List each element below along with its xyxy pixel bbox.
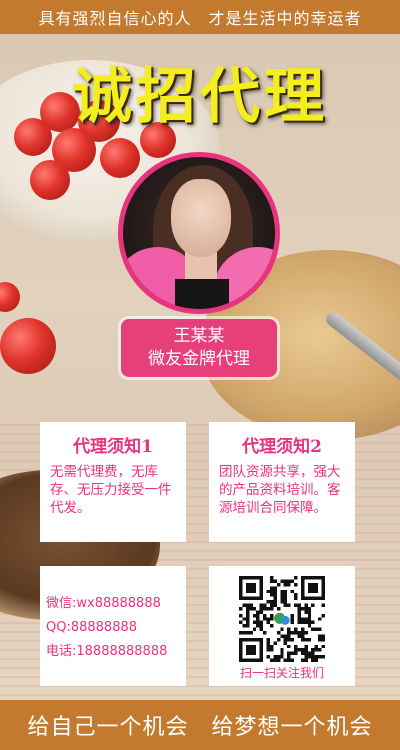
agent-notice-card-1: 代理须知1 无需代理费，无库存、无压力接受一件代发。 — [40, 422, 186, 542]
profile-title: 微友金牌代理 — [148, 349, 250, 369]
card-title: 代理须知2 — [242, 437, 322, 457]
raspberry — [30, 160, 70, 200]
headline: 诚招代理 — [72, 62, 328, 132]
avatar-top — [175, 279, 229, 309]
bottom-banner: 给自己一个机会 给梦想一个机会 — [0, 700, 400, 750]
contact-phone: 电话:18888888888 — [46, 644, 168, 659]
card-body: 无需代理费，无库存、无压力接受一件代发。 — [50, 464, 172, 516]
raspberry — [0, 282, 20, 312]
bottom-banner-text: 给自己一个机会 给梦想一个机会 — [27, 715, 373, 740]
card-title: 代理须知1 — [73, 437, 153, 457]
qr-card: 扫一扫关注我们 — [209, 566, 355, 686]
qr-code-icon[interactable] — [236, 576, 328, 662]
avatar — [118, 152, 280, 314]
profile-name: 王某某 — [173, 326, 225, 346]
contact-card: 微信:wx88888888 QQ:88888888 电话:18888888888 — [40, 566, 186, 686]
agent-notice-card-2: 代理须知2 团队资源共享，强大的产品资料培训。客源培训合同保障。 — [209, 422, 355, 542]
avatar-face — [171, 179, 231, 257]
qr-label: 扫一扫关注我们 — [239, 666, 324, 680]
card-body: 团队资源共享，强大的产品资料培训。客源培训合同保障。 — [219, 464, 341, 516]
contact-qq: QQ:88888888 — [46, 620, 138, 635]
top-banner-text: 具有强烈自信心的人 才是生活中的幸运者 — [38, 9, 362, 28]
top-banner: 具有强烈自信心的人 才是生活中的幸运者 — [0, 0, 400, 34]
raspberry — [100, 138, 140, 178]
raspberry — [0, 318, 56, 374]
name-badge: 王某某 微友金牌代理 — [121, 319, 277, 377]
contact-wechat: 微信:wx88888888 — [46, 596, 161, 611]
